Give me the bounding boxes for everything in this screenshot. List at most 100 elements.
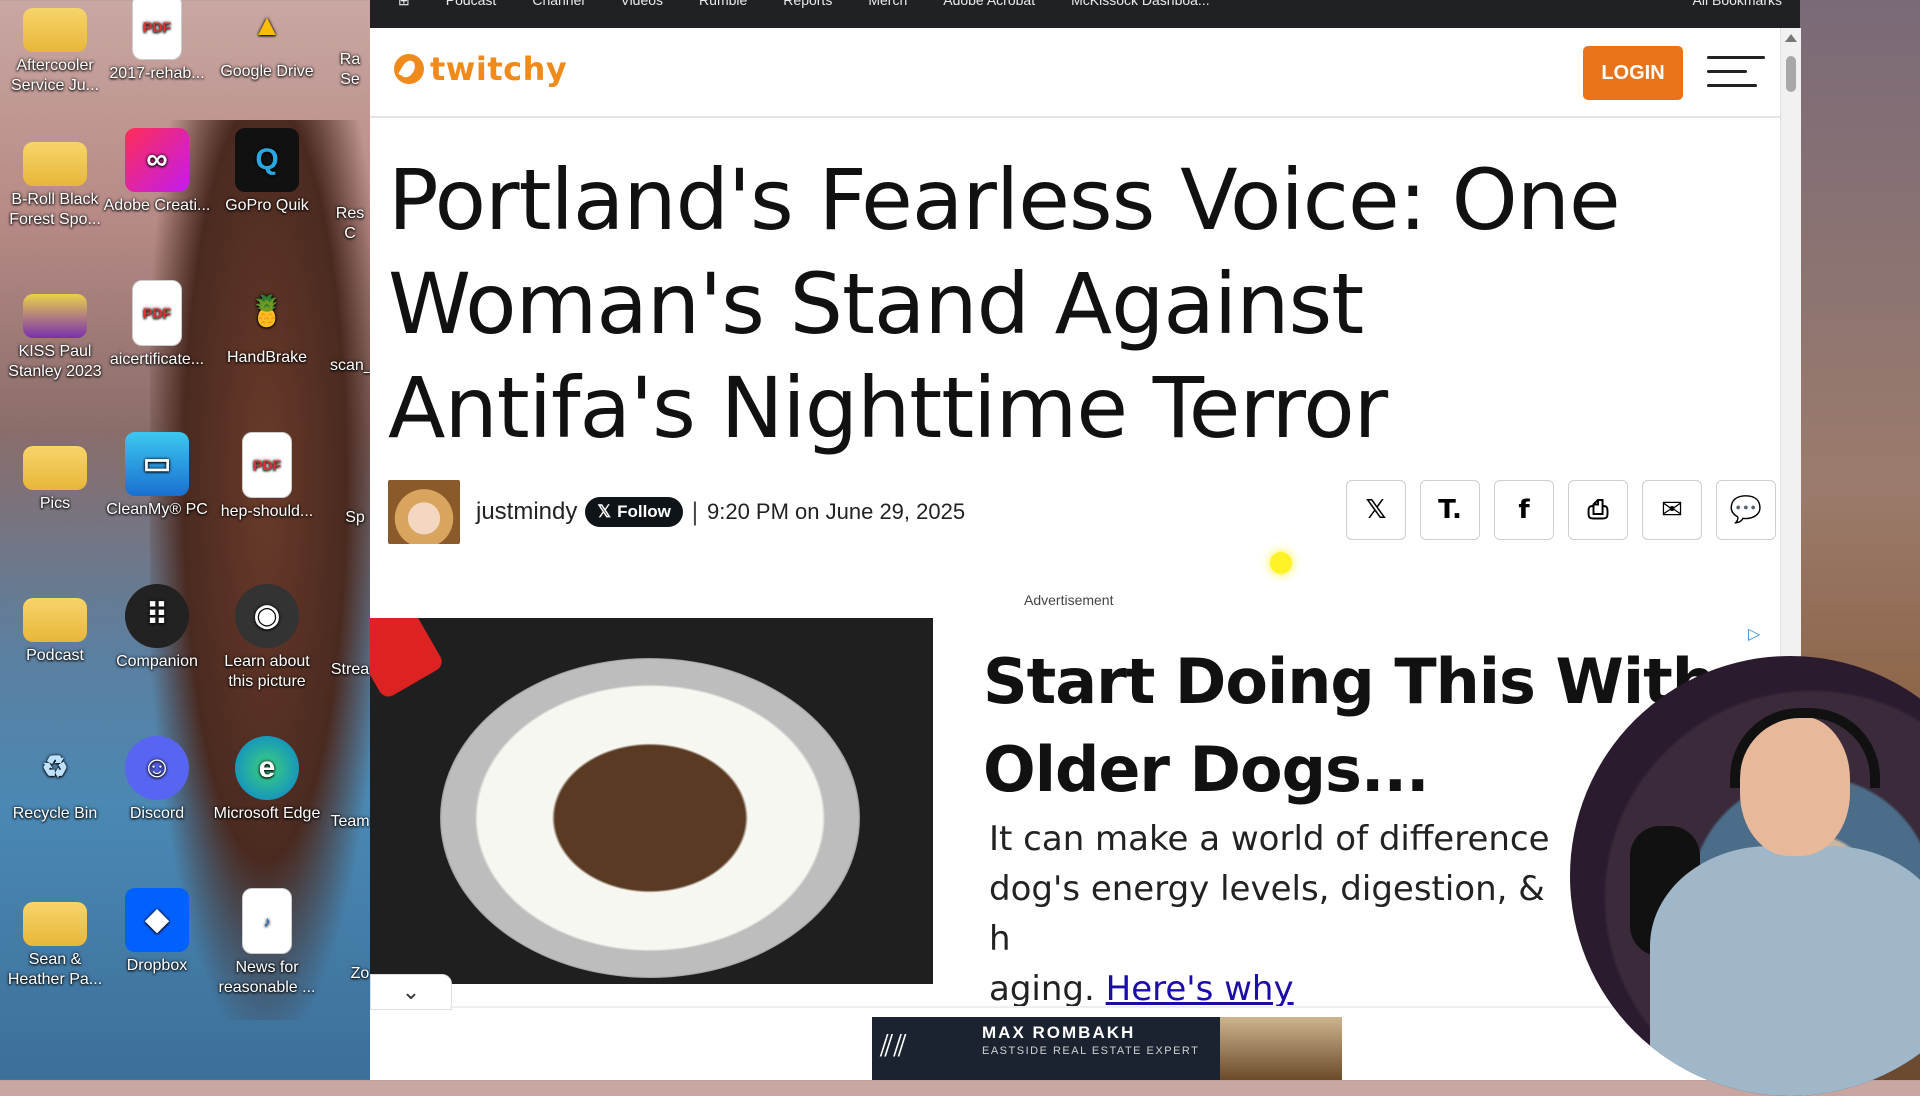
bookmark-adobe-acrobat[interactable]: Adobe Acrobat	[925, 0, 1053, 8]
native-ad[interactable]: ▷ Start Doing This With Older Dogs... It…	[370, 618, 1780, 1009]
adobe-cc-icon: ∞	[125, 128, 189, 192]
folder-icon	[23, 598, 87, 642]
desktop-icon-label: Aftercooler Service Ju...	[10, 57, 100, 94]
facebook-icon: f	[1518, 495, 1530, 525]
desktop-icon-dropbox[interactable]: ◆ Dropbox	[102, 888, 212, 976]
envelope-icon: ✉	[1661, 495, 1683, 525]
desktop-icon-edge[interactable]: e Microsoft Edge	[212, 736, 322, 824]
desktop-icon-label: CleanMy® PC	[106, 501, 208, 518]
desktop-icon-label: Microsoft Edge	[213, 805, 321, 822]
bookmark-merch[interactable]: Merch	[850, 0, 925, 8]
bookmark-podcast[interactable]: Podcast	[428, 0, 515, 8]
ad-divider	[450, 1006, 1780, 1008]
desktop-icon-aicertificate[interactable]: PDF aicertificate...	[102, 280, 212, 370]
recycle-bin-icon: ♻	[41, 751, 69, 784]
desktop-icon-recycle-bin[interactable]: ♻ Recycle Bin	[0, 736, 110, 824]
desktop-icon-discord[interactable]: ☺ Discord	[102, 736, 212, 824]
author-avatar[interactable]	[388, 480, 460, 544]
desktop-icon-label: aicertificate...	[109, 351, 205, 368]
pdf-icon: PDF	[132, 0, 182, 60]
desktop-icon-google-drive[interactable]: ▲ Google Drive	[212, 0, 322, 82]
desktop-icon-hep-should[interactable]: PDF hep-should...	[212, 432, 322, 522]
cleanmypc-icon: ▭	[125, 432, 189, 496]
author-name[interactable]: justmindy	[476, 498, 577, 526]
x-icon: 𝕏	[597, 502, 612, 521]
comment-icon: 💬	[1729, 495, 1763, 525]
dropbox-icon: ◆	[125, 888, 189, 952]
ad-choices-icon[interactable]: ▷	[1748, 624, 1760, 643]
desktop-icon-news-mp3[interactable]: ♪ News for reasonable ...	[212, 888, 322, 998]
desktop-icon-label: Podcast	[26, 647, 84, 664]
desktop-icon-handbrake[interactable]: 🍍 HandBrake	[212, 280, 322, 368]
publish-datetime: 9:20 PM on June 29, 2025	[707, 499, 966, 524]
desktop-icon-gopro[interactable]: Q GoPro Quik	[212, 128, 322, 216]
folder-icon	[23, 142, 87, 186]
desktop-icon-sean-heather[interactable]: Sean & Heather Pa...	[0, 888, 110, 990]
whipped-cream-can	[370, 618, 446, 701]
realtor-logo-icon: ⫽⫽	[880, 1029, 907, 1064]
email-share-button[interactable]: ✉	[1642, 480, 1702, 540]
bookmark-channel[interactable]: Channel	[514, 0, 602, 8]
comments-button[interactable]: 💬	[1716, 480, 1776, 540]
camera-icon: ◉	[235, 584, 299, 648]
desktop-partial-label: Sp	[345, 509, 365, 526]
dog-bowl-image	[440, 658, 860, 978]
bookmark-all-bookmarks[interactable]: All Bookmarks	[1675, 0, 1800, 8]
facebook-share-button[interactable]: f	[1494, 480, 1554, 540]
desktop-icon-pics[interactable]: Pics	[0, 432, 110, 514]
desktop-icon-label: B-Roll Black Forest Spo...	[9, 191, 101, 228]
byline-separator: |	[690, 498, 699, 526]
banner-ad-name: MAX ROMBAKH	[982, 1023, 1136, 1042]
site-logo[interactable]: twitchy	[394, 50, 567, 88]
banner-ad[interactable]: ⫽⫽ MAX ROMBAKH EASTSIDE REAL ESTATE EXPE…	[872, 1017, 1342, 1080]
bookmark-mckissock[interactable]: McKissock Dashboa...	[1053, 0, 1228, 8]
desktop-icon-label: Learn about this picture	[224, 653, 310, 690]
headset	[1730, 708, 1880, 788]
desktop-icon-2017-rehab[interactable]: PDF 2017-rehab...	[102, 0, 212, 84]
desktop-icon-learn-picture[interactable]: ◉ Learn about this picture	[212, 584, 322, 692]
ad-link[interactable]: Here's why	[1106, 969, 1294, 1009]
apps-icon[interactable]: ⊞	[370, 0, 428, 9]
desktop-icon-label: KISS Paul Stanley 2023	[8, 343, 102, 380]
ad-body: It can make a world of difference dog's …	[989, 814, 1569, 1014]
ad-body-line: It can make a world of difference	[989, 819, 1550, 859]
ad-image[interactable]	[370, 618, 933, 984]
bookmark-rumble[interactable]: Rumble	[681, 0, 765, 8]
scrollbar-thumb[interactable]	[1786, 56, 1796, 92]
share-buttons: 𝕏 T. f ⎙ ✉ 💬	[1346, 480, 1776, 540]
desktop-icon-broll[interactable]: B-Roll Black Forest Spo...	[0, 128, 110, 230]
collapse-ad-button[interactable]: ⌄	[370, 974, 452, 1010]
desktop-icon-kiss[interactable]: KISS Paul Stanley 2023	[0, 280, 110, 382]
article-byline: justmindy 𝕏 Follow | 9:20 PM on June 29,…	[388, 480, 965, 544]
handbrake-icon: 🍍	[248, 295, 286, 328]
desktop-icon-label: GoPro Quik	[225, 197, 309, 214]
desktop-icon-adobe-cc[interactable]: ∞ Adobe Creati...	[102, 128, 212, 216]
desktop-icon-podcast[interactable]: Podcast	[0, 584, 110, 666]
desktop-icon-cleanmypc[interactable]: ▭ CleanMy® PC	[102, 432, 212, 520]
companion-icon: ⠿	[125, 584, 189, 648]
x-share-button[interactable]: 𝕏	[1346, 480, 1406, 540]
desktop-icon-label: News for reasonable ...	[218, 959, 316, 996]
truth-social-share-button[interactable]: T.	[1420, 480, 1480, 540]
follow-button[interactable]: 𝕏 Follow	[585, 497, 683, 527]
twitchy-logo-icon	[394, 54, 424, 84]
site-header: twitchy LOGIN	[370, 28, 1780, 118]
article-headline: Portland's Fearless Voice: One Woman's S…	[388, 151, 1621, 457]
bookmark-videos[interactable]: Videos	[602, 0, 681, 8]
hamburger-menu-icon[interactable]	[1707, 52, 1767, 92]
house-photo	[1220, 1017, 1342, 1080]
gopro-quik-icon: Q	[235, 128, 299, 192]
mp3-icon: ♪	[242, 888, 292, 954]
print-button[interactable]: ⎙	[1568, 480, 1628, 540]
presenter-shirt	[1650, 846, 1920, 1096]
folder-icon	[23, 446, 87, 490]
login-button[interactable]: LOGIN	[1583, 46, 1683, 100]
desktop-icon-aftercooler[interactable]: Aftercooler Service Ju...	[0, 0, 110, 96]
desktop-partial-label: scan_	[330, 357, 370, 374]
desktop-partial-label: Strea	[330, 661, 370, 678]
desktop-icon-companion[interactable]: ⠿ Companion	[102, 584, 212, 672]
desktop-partial-label: Zo	[350, 965, 370, 982]
scroll-up-arrow-icon[interactable]	[1785, 34, 1797, 42]
desktop-icon-label: Pics	[39, 495, 71, 512]
bookmark-reports[interactable]: Reports	[765, 0, 850, 8]
